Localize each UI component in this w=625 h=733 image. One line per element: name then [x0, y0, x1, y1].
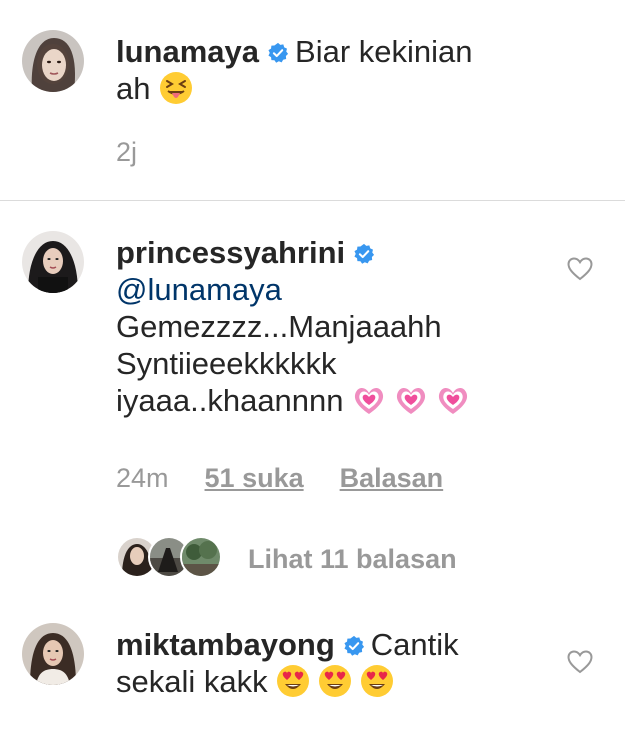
comment-text-line1: Cantik [370, 627, 459, 662]
heart-eyes-emoji-icon [318, 664, 352, 698]
username-link[interactable]: princessyahrini [116, 235, 345, 270]
comment-text-line3: iyaaa..khaannnn [116, 383, 344, 418]
verified-badge-icon [343, 635, 365, 657]
comment-text-line2: sekali kakk [116, 664, 268, 699]
comment-text: Biar kekinian [295, 34, 473, 69]
avatar-princessyahrini[interactable] [22, 231, 84, 293]
avatar-miktambayong[interactable] [22, 623, 84, 685]
comment-time: 24m [116, 463, 169, 493]
growing-heart-emoji-icon [394, 383, 428, 417]
growing-heart-emoji-icon [436, 383, 470, 417]
comment-text-line2: Syntiieeekkkkkk [116, 346, 337, 381]
growing-heart-emoji-icon [352, 383, 386, 417]
verified-badge-icon [353, 243, 375, 265]
heart-eyes-emoji-icon [360, 664, 394, 698]
heart-eyes-emoji-icon [276, 664, 310, 698]
comment-meta: 24m 51 suka Balasan [116, 463, 479, 494]
comment-text-line2: ah [116, 71, 151, 106]
username-link[interactable]: miktambayong [116, 627, 335, 662]
likes-count-link[interactable]: 51 suka [205, 463, 304, 493]
verified-badge-icon [267, 42, 289, 64]
like-heart-icon[interactable] [567, 257, 593, 281]
divider [0, 200, 625, 201]
squinting-tongue-emoji-icon [159, 71, 193, 105]
like-heart-icon[interactable] [567, 650, 593, 674]
mention-link[interactable]: @lunamaya [116, 272, 282, 307]
comment-body: miktambayong Cantik sekali kakk [116, 626, 566, 700]
comment-body: lunamaya Biar kekinian ah [116, 33, 586, 107]
reply-link[interactable]: Balasan [340, 463, 444, 493]
avatar-lunamaya[interactable] [22, 30, 84, 92]
comment-body: princessyahrini @lunamaya Gemezzzz...Man… [116, 234, 566, 419]
view-replies-label: Lihat 11 balasan [248, 544, 457, 574]
comment-text-line1: Gemezzzz...Manjaaahh [116, 309, 442, 344]
comment-time: 2j [116, 137, 138, 167]
comment-meta: 2j [116, 137, 173, 168]
username-link[interactable]: lunamaya [116, 34, 259, 69]
reply-avatar [180, 536, 222, 578]
